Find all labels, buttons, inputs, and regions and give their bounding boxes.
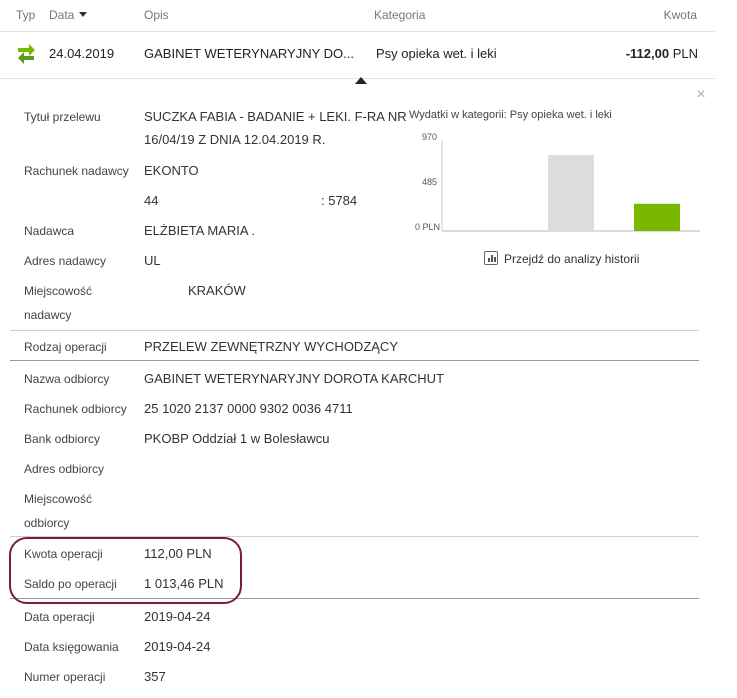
sender-city-value: KRAKÓW [188, 283, 246, 298]
transaction-amount-value: -112,00 [625, 46, 670, 61]
recipient-account-label: Rachunek odbiorcy [24, 402, 127, 416]
sender-account-label: Rachunek nadawcy [24, 164, 129, 178]
column-amount: Kwota [663, 8, 697, 22]
sender-address-value: UL [144, 253, 161, 268]
operation-number-label: Numer operacji [24, 670, 106, 684]
sender-account-name: EKONTO [144, 163, 199, 178]
category-spending-chart: 970 485 0 PLN [408, 128, 708, 243]
transaction-currency: PLN [672, 46, 698, 61]
highlight-ellipse [9, 537, 242, 604]
operation-number-value: 357 [144, 669, 166, 684]
recipient-name-label: Nazwa odbiorcy [24, 372, 110, 386]
separator [10, 330, 699, 331]
sender-city-label-line2: nadawcy [24, 308, 72, 322]
column-date-label: Data [49, 8, 75, 22]
title-label: Tytuł przelewu [24, 110, 101, 124]
operation-type-value: PRZELEW ZEWNĘTRZNY WYCHODZĄCY [144, 339, 398, 354]
operation-date-value: 2019-04-24 [144, 609, 211, 624]
sender-account-suffix: : 5784 [321, 193, 358, 208]
transfer-arrows-icon [18, 44, 35, 64]
transaction-amount: -112,00 PLN [626, 46, 698, 61]
operation-type-label: Rodzaj operacji [24, 340, 107, 354]
recipient-name-value: GABINET WETERYNARYJNY DOROTA KARCHUT [144, 371, 445, 386]
booking-date-value: 2019-04-24 [144, 639, 211, 654]
transaction-category[interactable]: Psy opieka wet. i leki [376, 46, 497, 61]
recipient-bank-value: PKOBP Oddział 1 w Bolesławcu [144, 431, 330, 446]
transaction-date: 24.04.2019 [49, 46, 115, 61]
booking-date-label: Data księgowania [24, 640, 119, 654]
chart-plot [441, 140, 700, 232]
history-analysis-link[interactable]: Przejdź do analizy historii [484, 251, 639, 266]
sender-label: Nadawca [24, 224, 75, 238]
column-date[interactable]: Data [49, 8, 88, 22]
chart-bar-2 [634, 203, 680, 231]
chart-bar-1 [548, 155, 594, 231]
history-analysis-label: Przejdź do analizy historii [504, 252, 640, 266]
column-description: Opis [144, 8, 169, 22]
column-type: Typ [16, 8, 36, 22]
operation-date-label: Data operacji [24, 610, 95, 624]
transaction-description: GABINET WETERYNARYJNY DO... [144, 46, 354, 61]
bar-chart-icon [484, 251, 498, 265]
sender-account-prefix: 44 [144, 193, 159, 208]
separator [10, 360, 699, 361]
title-line2: 16/04/19 Z DNIA 12.04.2019 R. [144, 132, 326, 147]
details-pointer [355, 77, 367, 84]
close-icon[interactable]: × [694, 87, 708, 103]
column-category: Kategoria [374, 8, 426, 22]
recipient-address-label: Adres odbiorcy [24, 462, 105, 476]
table-header: Typ Data Opis Kategoria Kwota [0, 0, 715, 32]
recipient-city-label-line1: Miejscowość [24, 492, 93, 506]
chart-title: Wydatki w kategorii: Psy opieka wet. i l… [409, 109, 612, 121]
recipient-city-label-line2: odbiorcy [24, 516, 70, 530]
transaction-row[interactable]: 24.04.2019 GABINET WETERYNARYJNY DO... P… [0, 33, 715, 79]
sort-desc-icon[interactable] [79, 12, 88, 17]
sender-city-label-line1: Miejscowość [24, 284, 93, 298]
sender-address-label: Adres nadawcy [24, 254, 107, 268]
recipient-account-value: 25 1020 2137 0000 9302 0036 4711 [144, 401, 353, 416]
sender-value: ELŻBIETA MARIA . [144, 223, 256, 238]
recipient-bank-label: Bank odbiorcy [24, 432, 101, 446]
title-line1: SUCZKA FABIA - BADANIE + LEKI. F-RA NR [144, 109, 407, 124]
